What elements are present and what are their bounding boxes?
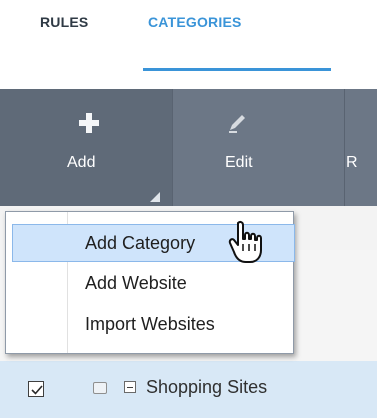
category-row-shopping-sites[interactable]: Shopping Sites	[0, 361, 377, 418]
hand-cursor-icon	[226, 219, 268, 267]
toolbar-button-partial[interactable]: R	[345, 89, 377, 206]
add-button[interactable]: Add	[0, 89, 172, 206]
plus-icon	[77, 111, 101, 135]
tab-rules[interactable]: RULES	[40, 8, 88, 36]
tab-categories[interactable]: CATEGORIES	[148, 8, 242, 36]
menu-item-add-website[interactable]: Add Website	[12, 264, 295, 302]
menu-item-import-websites[interactable]: Import Websites	[12, 305, 295, 343]
edit-button[interactable]: Edit	[173, 89, 345, 206]
row-checkbox[interactable]	[28, 381, 44, 397]
tab-active-underline	[143, 68, 331, 71]
edit-button-label: Edit	[225, 154, 253, 171]
dropdown-caret-icon	[150, 192, 160, 202]
pencil-icon	[225, 111, 249, 135]
add-button-label: Add	[67, 154, 96, 171]
collapse-icon[interactable]	[124, 381, 136, 393]
toolbar-button-partial-label: R	[346, 154, 358, 171]
folder-icon	[93, 382, 107, 394]
tab-bar: RULES CATEGORIES	[0, 0, 377, 90]
menu-item-label: Add Website	[85, 273, 187, 293]
menu-item-label: Import Websites	[85, 314, 215, 334]
category-name: Shopping Sites	[146, 377, 268, 397]
menu-item-label: Add Category	[85, 233, 196, 253]
toolbar: Add Edit R	[0, 89, 377, 206]
